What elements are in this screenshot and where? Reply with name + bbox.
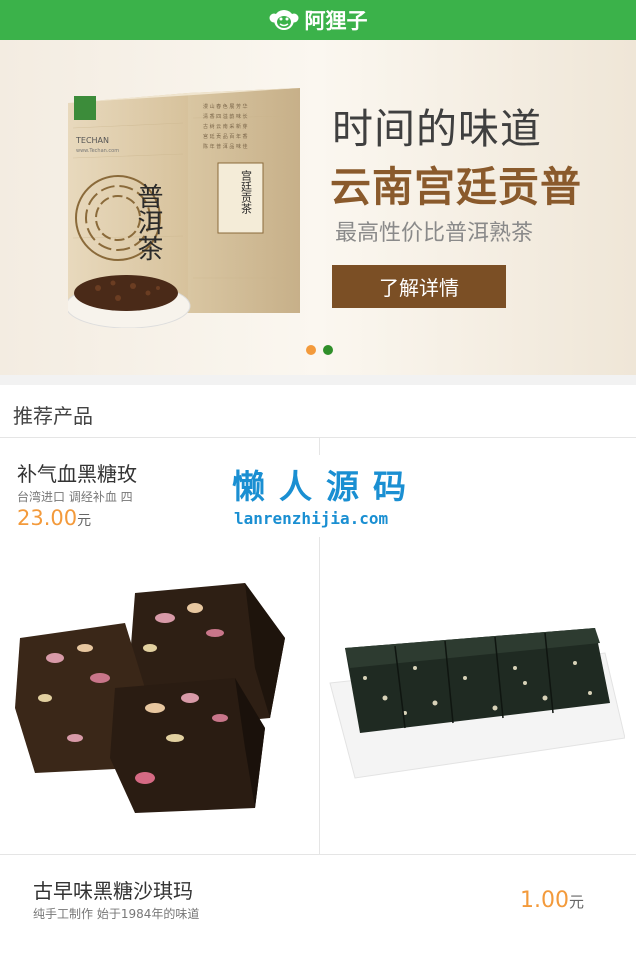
product-price: 1.00元 [520, 888, 584, 913]
watermark-url: lanrenzhijia.com [234, 509, 389, 528]
product-name: 补气血黑糖玫 [17, 462, 137, 486]
product-price: 23.00元 [17, 506, 91, 530]
svg-text:陈 年 普 洱 品 味 佳: 陈 年 普 洱 品 味 佳 [203, 143, 248, 150]
price-value: 1.00 [520, 888, 569, 913]
box-title-text: 普洱茶 [133, 183, 163, 261]
top-bar: 阿狸子 [0, 0, 636, 40]
banner-subtitle: 云南宫廷贡普 [330, 163, 582, 211]
app-logo[interactable]: 阿狸子 [269, 5, 368, 35]
svg-text:宫 廷 贡 品 百 年 香: 宫 廷 贡 品 百 年 香 [203, 133, 248, 140]
box-label-text: 宫廷贡茶 [240, 169, 253, 214]
carousel-dots [306, 345, 333, 355]
monkey-face-icon [269, 10, 298, 30]
banner-description: 最高性价比普洱熟茶 [335, 221, 534, 246]
svg-text:古 树 云 南 采 新 芽: 古 树 云 南 采 新 芽 [203, 123, 248, 130]
carousel-dot-2[interactable] [323, 345, 333, 355]
brown-sugar-cubes-image [15, 583, 285, 813]
product-name: 古早味黑糖沙琪玛 [33, 879, 193, 903]
product-desc: 台湾进口 调经补血 四 [17, 490, 133, 504]
tea-box-image: TECHAN www.Techan.com 普洱茶 宫廷贡茶 漫 山 春 色 展… [68, 88, 300, 328]
price-value: 23.00 [17, 506, 78, 530]
price-unit: 元 [568, 893, 584, 911]
product-desc: 纯手工制作 始于1984年的味道 [33, 907, 200, 921]
watermark-title: 懒人源码 [232, 467, 420, 506]
banner-title: 时间的味道 [332, 105, 542, 153]
section-divider [0, 375, 636, 385]
learn-more-button[interactable]: 了解详情 [332, 265, 506, 308]
seaweed-snack-image [329, 628, 625, 779]
svg-text:清 香 四 溢 韵 味 长: 清 香 四 溢 韵 味 长 [203, 113, 248, 120]
watermark: 懒人源码 lanrenzhijia.com [218, 455, 513, 537]
brand-url-text: www.Techan.com [76, 148, 119, 154]
section-header: 推荐产品 [0, 385, 636, 438]
svg-text:漫 山 春 色 展 芳 华: 漫 山 春 色 展 芳 华 [203, 103, 248, 110]
carousel-dot-1[interactable] [306, 345, 316, 355]
list-item[interactable]: 古早味黑糖沙琪玛 纯手工制作 始于1984年的味道 1.00元 [0, 855, 636, 955]
promo-banner[interactable]: TECHAN www.Techan.com 普洱茶 宫廷贡茶 漫 山 春 色 展… [0, 40, 636, 375]
logo-text: 阿狸子 [304, 9, 368, 33]
section-title: 推荐产品 [13, 404, 93, 428]
brand-text: TECHAN [75, 136, 109, 145]
price-unit: 元 [77, 513, 92, 529]
